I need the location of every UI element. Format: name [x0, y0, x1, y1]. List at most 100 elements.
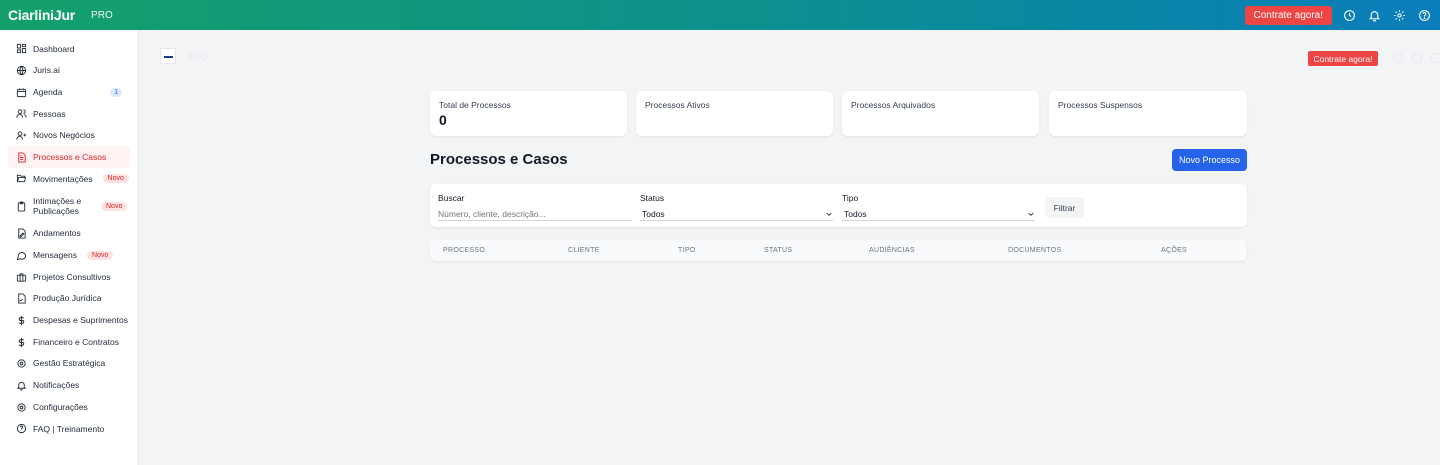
- top-actions: Contrate agora!: [1244, 5, 1433, 25]
- sidebar-item-despesas[interactable]: Despesas e Suprimentos: [8, 310, 130, 332]
- sidebar-item-label: Financeiro e Contratos: [33, 336, 119, 347]
- sidebar-item-label: Gestão Estratégica: [33, 358, 106, 369]
- ghost-gear-icon: [1431, 53, 1439, 63]
- sidebar-item-mensagens[interactable]: Mensagens Novo: [8, 245, 130, 267]
- new-badge: Novo: [101, 201, 128, 211]
- ghost-plan-label: PRO: [188, 52, 208, 62]
- sidebar-item-label: Novos Negócios: [33, 130, 95, 141]
- search-input[interactable]: [438, 207, 632, 221]
- sidebar-item-label: Movimentações: [33, 173, 93, 184]
- stat-label: Processos Arquivados: [851, 100, 936, 110]
- page-title: Processos e Casos: [430, 151, 568, 168]
- sidebar-item-andamentos[interactable]: Andamentos: [8, 223, 130, 245]
- sidebar-item-gestao[interactable]: Gestão Estratégica: [8, 353, 130, 375]
- status-select-value: Todos: [642, 208, 665, 219]
- sidebar-item-juris-ai[interactable]: Juris.ai: [8, 60, 130, 82]
- dashboard-icon: [16, 43, 27, 54]
- sidebar-item-label: Pessoas: [33, 108, 66, 119]
- file-signature-icon: [16, 293, 27, 304]
- chevron-down-icon: [826, 212, 832, 216]
- ghost-bell-icon: [1412, 53, 1422, 63]
- search-label: Buscar: [438, 193, 465, 203]
- stat-label: Processos Ativos: [645, 100, 710, 110]
- sidebar-item-label: Intimações e Publicações: [33, 195, 82, 217]
- stat-label: Total de Processos: [439, 100, 511, 110]
- globe-icon: [16, 65, 27, 76]
- tipo-group: Tipo Todos: [842, 193, 1035, 221]
- sidebar: Dashboard Juris.ai Agenda 1 Pessoas Novo…: [0, 30, 139, 465]
- sidebar-item-projetos[interactable]: Projetos Consultivos: [8, 266, 130, 288]
- status-label: Status: [640, 193, 665, 203]
- sidebar-item-agenda[interactable]: Agenda 1: [8, 81, 130, 103]
- bell-icon[interactable]: [1367, 8, 1382, 23]
- sidebar-item-label: Processos e Casos: [33, 151, 107, 162]
- tipo-label: Tipo: [842, 193, 859, 203]
- new-badge: Novo: [86, 250, 114, 260]
- stat-processos-suspensos: Processos Suspensos: [1049, 91, 1247, 136]
- tipo-select[interactable]: Todos: [842, 207, 1035, 221]
- sidebar-item-financeiro[interactable]: Financeiro e Contratos: [8, 331, 130, 353]
- sidebar-item-movimentacoes[interactable]: Movimentações Novo: [8, 168, 130, 190]
- message-icon: [16, 250, 27, 261]
- new-badge: Novo: [102, 174, 129, 184]
- sidebar-item-label: Andamentos: [33, 228, 81, 239]
- file-edit-icon: [16, 228, 27, 239]
- gear-icon: [16, 402, 27, 413]
- help-icon[interactable]: [1417, 8, 1432, 23]
- sidebar-item-label: Mensagens: [33, 250, 77, 261]
- contract-now-button[interactable]: Contrate agora!: [1244, 5, 1332, 25]
- sidebar-item-label: Projetos Consultivos: [33, 271, 111, 282]
- new-process-button[interactable]: Novo Processo: [1172, 149, 1247, 171]
- status-group: Status Todos: [640, 193, 833, 221]
- dollar-icon: [16, 337, 27, 348]
- column-header-audiencias[interactable]: AUDIÊNCIAS: [869, 247, 915, 254]
- sidebar-item-label: Configurações: [33, 401, 88, 412]
- plan-label: PRO: [91, 9, 113, 21]
- sidebar-item-intimacoes[interactable]: Intimações e Publicações Novo: [8, 190, 130, 223]
- sidebar-item-pessoas[interactable]: Pessoas: [8, 103, 130, 125]
- column-header-cliente[interactable]: CLIENTE: [568, 247, 600, 254]
- stat-value: 0: [439, 112, 447, 128]
- help-icon: [16, 423, 27, 434]
- dollar-icon: [16, 315, 27, 326]
- chevron-down-icon: [1028, 212, 1034, 216]
- sidebar-item-label: Juris.ai: [33, 65, 60, 76]
- agenda-count-badge: 1: [110, 87, 122, 97]
- column-header-documentos[interactable]: DOCUMENTOS: [1008, 247, 1061, 254]
- folder-open-icon: [16, 173, 27, 184]
- document-icon: [16, 152, 27, 163]
- sidebar-item-processos[interactable]: Processos e Casos: [8, 146, 130, 169]
- top-bar: CiarliniJur PRO Contrate agora!: [0, 0, 1440, 30]
- search-group: Buscar: [438, 193, 632, 221]
- gear-icon[interactable]: [1392, 8, 1407, 23]
- clipboard-icon: [16, 201, 27, 212]
- stat-total-processos: Total de Processos 0: [430, 91, 627, 136]
- sidebar-item-faq[interactable]: FAQ | Treinamento: [8, 418, 130, 440]
- sidebar-item-label: Produção Jurídica: [33, 293, 102, 304]
- process-table-header: PROCESSO CLIENTE TIPO STATUS AUDIÊNCIAS …: [430, 240, 1247, 261]
- brand-logo[interactable]: CiarliniJur: [8, 7, 75, 23]
- sidebar-item-novos-negocios[interactable]: Novos Negócios: [8, 125, 130, 147]
- column-header-processo[interactable]: PROCESSO: [443, 247, 485, 254]
- users-icon: [16, 108, 27, 119]
- sidebar-item-producao[interactable]: Produção Jurídica: [8, 288, 130, 310]
- gear-icon: [16, 358, 27, 369]
- column-header-status[interactable]: STATUS: [764, 247, 792, 254]
- sidebar-item-label: Dashboard: [33, 43, 75, 54]
- filter-panel: Buscar Status Todos Tipo Todos Filtrar: [430, 184, 1247, 227]
- user-plus-icon: [16, 130, 27, 141]
- calendar-icon: [16, 87, 27, 98]
- sidebar-item-dashboard[interactable]: Dashboard: [8, 38, 130, 60]
- ghost-contract-now-button[interactable]: Contrate agora!: [1308, 51, 1378, 66]
- stat-processos-arquivados: Processos Arquivados: [842, 91, 1039, 136]
- sidebar-item-label: Notificações: [33, 380, 80, 391]
- status-select[interactable]: Todos: [640, 207, 833, 221]
- sidebar-item-notificacoes[interactable]: Notificações: [8, 375, 130, 397]
- sidebar-item-label: Agenda: [33, 86, 63, 97]
- column-header-tipo[interactable]: TIPO: [678, 247, 696, 254]
- sidebar-item-label: Despesas e Suprimentos: [33, 315, 128, 326]
- filter-button[interactable]: Filtrar: [1045, 197, 1084, 218]
- column-header-acoes[interactable]: AÇÕES: [1161, 247, 1187, 254]
- clock-icon[interactable]: [1342, 8, 1357, 23]
- sidebar-item-configuracoes[interactable]: Configurações: [8, 396, 130, 418]
